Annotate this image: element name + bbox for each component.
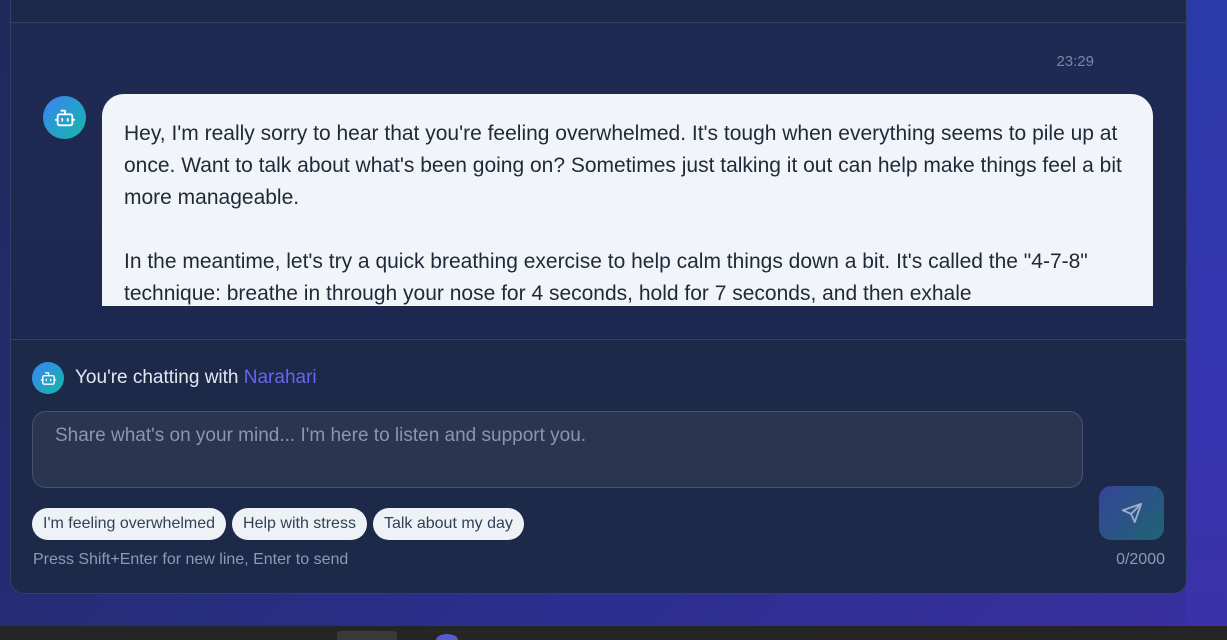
chatting-with-label: You're chatting with Narahari	[75, 367, 317, 389]
message-input[interactable]	[55, 425, 1060, 474]
quick-replies: I'm feeling overwhelmed Help with stress…	[32, 508, 524, 540]
quick-reply-overwhelmed[interactable]: I'm feeling overwhelmed	[32, 508, 227, 540]
taskbar-app-icon[interactable]	[337, 631, 397, 640]
quick-reply-my-day[interactable]: Talk about my day	[372, 508, 524, 540]
message-timestamp: 23:29	[1056, 53, 1094, 70]
taskbar-app-icon-round[interactable]	[436, 634, 458, 640]
chatting-with-indicator: You're chatting with Narahari	[32, 362, 317, 394]
composer: You're chatting with Narahari I'm feelin…	[11, 339, 1186, 593]
message-input-container	[32, 411, 1083, 488]
message-list[interactable]: 23:29 Hey, I'm really sorry to hear that…	[11, 23, 1186, 339]
send-button[interactable]	[1099, 486, 1164, 540]
robot-icon	[54, 109, 75, 126]
send-icon	[1121, 502, 1142, 524]
bot-mini-avatar	[32, 362, 64, 394]
keyboard-hint: Press Shift+Enter for new line, Enter to…	[33, 551, 349, 568]
bot-name: Narahari	[243, 367, 317, 388]
background-strip	[1186, 0, 1227, 626]
os-taskbar	[0, 626, 1227, 640]
robot-icon	[40, 371, 56, 385]
quick-reply-stress[interactable]: Help with stress	[232, 508, 367, 540]
chatting-with-prefix: You're chatting with	[75, 367, 239, 388]
assistant-message-text: Hey, I'm really sorry to hear that you'r…	[124, 122, 1122, 305]
chat-panel: 23:29 Hey, I'm really sorry to hear that…	[10, 0, 1187, 594]
bot-avatar	[43, 96, 86, 139]
assistant-message-bubble: Hey, I'm really sorry to hear that you'r…	[102, 94, 1153, 306]
character-counter: 0/2000	[1116, 551, 1165, 568]
